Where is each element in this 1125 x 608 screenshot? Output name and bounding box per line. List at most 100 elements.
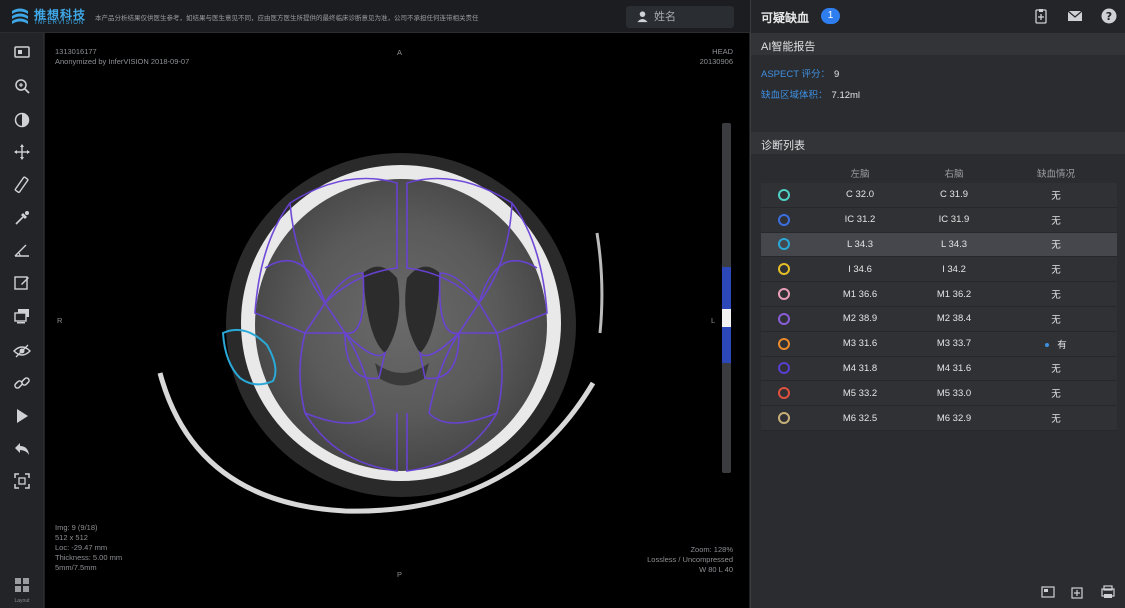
overlay-top-right: HEAD 20130906	[700, 47, 733, 67]
undo-icon	[15, 443, 29, 455]
ischemia-status-cell: 无	[995, 237, 1117, 251]
orientation-left: R	[57, 316, 63, 325]
link-tool[interactable]	[10, 372, 34, 394]
panel-footer	[1041, 585, 1121, 601]
ischemia-status: 无	[1051, 240, 1061, 252]
region-color-ring-icon	[778, 213, 790, 226]
ischemia-status: 无	[1051, 290, 1061, 302]
aspect-score-label: ASPECT 评分：	[761, 69, 830, 80]
right-brain-value: M6 32.9	[936, 412, 972, 424]
left-brain-value: M1 36.6	[842, 288, 878, 300]
ischemia-status: 无	[1051, 265, 1061, 277]
ischemia-status-cell: 无	[995, 312, 1117, 326]
col-ischemia: 缺血情况	[1036, 169, 1075, 180]
disclaimer-text: 本产品分析结果仅供医生参考，如结果与医生意见不同，应由医方医生所提供的最终临床诊…	[95, 15, 479, 22]
overlay-top-left: 1313016177 Anonymized by InferVISION 201…	[55, 47, 189, 67]
panel-header: 可疑缺血 1 ?	[751, 0, 1125, 33]
ischemic-volume-value: 7.12ml	[831, 90, 861, 101]
body-part: HEAD	[712, 47, 733, 56]
table-row[interactable]: M6 32.5 M6 32.9 无	[761, 406, 1117, 431]
export-icon[interactable]	[1041, 585, 1055, 599]
add-report-icon[interactable]	[1033, 8, 1049, 24]
fit-tool[interactable]	[10, 470, 34, 492]
eyedropper-tool[interactable]	[10, 207, 34, 229]
undo-tool[interactable]	[10, 438, 34, 460]
orientation-right: L	[711, 316, 716, 325]
table-row[interactable]: M2 38.9 M2 38.4 无	[761, 306, 1117, 332]
logo-subtext: INFERVISION	[35, 20, 85, 26]
right-brain-value: M3 33.7	[936, 338, 972, 350]
left-brain-value: I 34.6	[848, 263, 872, 275]
zoom-icon	[15, 79, 30, 94]
region-color-cell	[761, 412, 807, 425]
table-header: 左脑 右脑 缺血情况	[761, 163, 1117, 183]
layout-button[interactable]: Layout	[10, 577, 34, 604]
table-row[interactable]: IC 31.2 IC 31.9 无	[761, 207, 1117, 233]
matrix-size: 512 x 512	[55, 533, 88, 542]
ruler-tool[interactable]	[10, 174, 34, 196]
contrast-tool[interactable]	[10, 109, 34, 131]
study-date: 20130906	[699, 57, 733, 66]
aspect-score-value: 9	[833, 69, 840, 80]
ischemia-status-cell: 无	[995, 361, 1117, 375]
table-row[interactable]: M1 36.6 M1 36.2 无	[761, 282, 1117, 307]
print-icon[interactable]	[1101, 585, 1115, 599]
left-brain-value: L 34.3	[846, 238, 874, 250]
region-color-cell	[761, 362, 807, 375]
window-icon	[14, 46, 30, 58]
ischemia-dot-icon	[1045, 343, 1050, 348]
slice-scrollbar[interactable]	[722, 123, 731, 473]
ischemia-status-cell: 无	[995, 213, 1117, 227]
table-row[interactable]: M5 33.2 M5 33.0 无	[761, 381, 1117, 407]
overlay-bottom-right: Zoom: 128% Lossless / Uncompressed W 80 …	[647, 545, 733, 575]
help-icon[interactable]: ?	[1101, 8, 1117, 24]
region-color-ring-icon	[778, 188, 790, 201]
anonymized-note: Anonymized by InferVISION 2018-09-07	[55, 57, 190, 66]
stack-tool[interactable]	[10, 305, 34, 327]
visibility-tool[interactable]	[10, 340, 34, 362]
table-row[interactable]: M4 31.8 M4 31.6 无	[761, 356, 1117, 382]
add-icon[interactable]	[1071, 585, 1085, 599]
table-row[interactable]: I 34.6 I 34.2 无	[761, 257, 1117, 283]
image-viewport[interactable]: 1313016177 Anonymized by InferVISION 201…	[45, 33, 749, 608]
pan-tool[interactable]	[10, 141, 34, 163]
region-color-cell	[761, 238, 807, 251]
ai-report-section-header: AI智能报告	[751, 33, 1125, 55]
col-right-brain: 右脑	[944, 169, 964, 180]
play-tool[interactable]	[10, 405, 34, 427]
region-color-cell	[761, 263, 807, 276]
ischemia-status-cell: 有	[995, 337, 1117, 351]
table-row[interactable]: M3 31.6 M3 33.7 有	[761, 331, 1117, 357]
compression: Lossless / Uncompressed	[647, 555, 733, 564]
patient-name-field[interactable]	[626, 6, 734, 28]
left-brain-value: M5 33.2	[842, 387, 878, 399]
region-color-cell	[761, 213, 807, 226]
patient-name-input[interactable]	[654, 9, 730, 25]
table-row[interactable]: L 34.3 L 34.3 无	[761, 232, 1117, 258]
diagnosis-section-header: 诊断列表	[751, 132, 1125, 154]
slice-spacing: 5mm/7.5mm	[55, 563, 97, 572]
right-brain-value: M4 31.6	[936, 362, 972, 374]
table-body: C 32.0 C 31.9 无 IC 31.2 IC 31.9 无 L 34.3 L 34.3…	[761, 183, 1117, 431]
annotate-tool[interactable]	[10, 272, 34, 294]
zoom-tool[interactable]	[10, 75, 34, 97]
right-brain-value: IC 31.9	[938, 214, 970, 226]
ischemia-status: 无	[1051, 215, 1061, 227]
left-brain-value: C 32.0	[846, 189, 874, 201]
table-row[interactable]: C 32.0 C 31.9 无	[761, 183, 1117, 208]
left-brain-value: M6 32.5	[842, 412, 878, 424]
link-icon	[14, 377, 30, 389]
scroll-thumb[interactable]	[722, 309, 731, 327]
right-brain-value: M5 33.0	[936, 387, 972, 399]
right-brain-value: L 34.3	[940, 238, 968, 250]
right-brain-value: C 31.9	[940, 189, 968, 201]
angle-tool[interactable]	[10, 239, 34, 261]
window-tool[interactable]	[10, 41, 34, 63]
fit-icon	[14, 473, 30, 489]
count-badge: 1	[821, 8, 840, 24]
top-bar: 推想科技 INFERVISION 本产品分析结果仅供医生参考，如结果与医生意见不…	[0, 0, 750, 33]
mail-icon[interactable]	[1067, 8, 1083, 24]
region-color-ring-icon	[778, 387, 790, 400]
ruler-icon	[14, 176, 29, 194]
ischemia-status-cell: 无	[995, 411, 1117, 425]
